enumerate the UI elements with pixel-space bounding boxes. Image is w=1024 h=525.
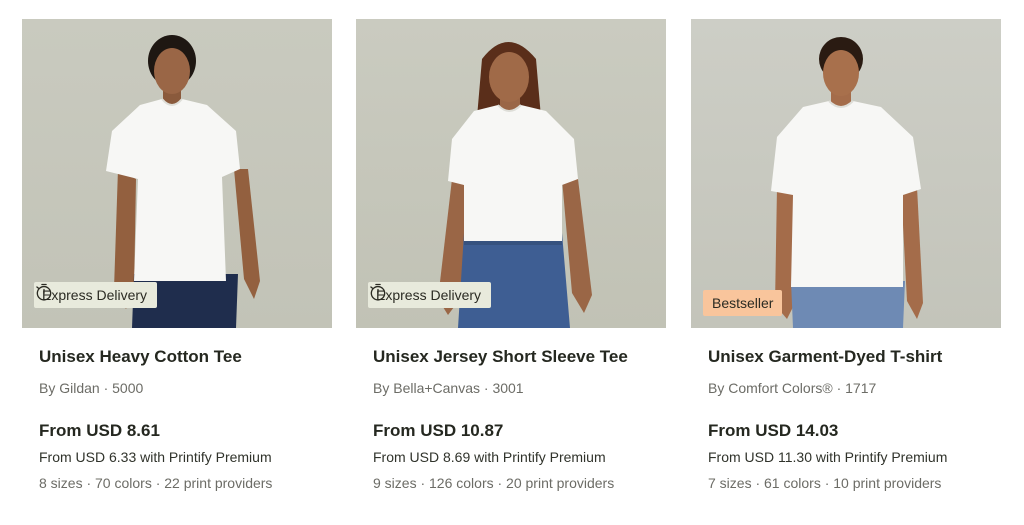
product-card[interactable]: Express Delivery Unisex Jersey Short Sle… [356, 19, 666, 509]
product-card[interactable]: Express Delivery Unisex Heavy Cotton Tee… [22, 19, 332, 509]
product-image[interactable]: Express Delivery [22, 19, 332, 328]
badge-label: Express Delivery [42, 287, 148, 303]
express-delivery-badge: Express Delivery [34, 282, 158, 308]
bestseller-badge: Bestseller [703, 290, 783, 316]
badge-label: Bestseller [712, 295, 774, 311]
stopwatch-icon [370, 283, 386, 301]
product-image[interactable]: Bestseller [691, 19, 1001, 328]
product-brand: By Bella+Canvas · 3001 [373, 380, 524, 396]
product-title[interactable]: Unisex Heavy Cotton Tee [39, 347, 242, 367]
product-title[interactable]: Unisex Garment-Dyed T-shirt [708, 347, 942, 367]
premium-price: From USD 8.69 with Printify Premium [373, 449, 606, 465]
stopwatch-icon [36, 283, 52, 301]
product-image[interactable]: Express Delivery [356, 19, 666, 328]
product-variants-info: 9 sizes · 126 colors · 20 print provider… [373, 475, 615, 491]
model-photo [771, 37, 923, 328]
product-variants-info: 7 sizes · 61 colors · 10 print providers [708, 475, 942, 491]
product-variants-info: 8 sizes · 70 colors · 22 print providers [39, 475, 273, 491]
product-grid: Express Delivery Unisex Heavy Cotton Tee… [22, 19, 1002, 519]
product-price: From USD 14.03 [708, 421, 839, 440]
badge-label: Express Delivery [376, 287, 482, 303]
express-delivery-badge: Express Delivery [368, 282, 492, 308]
product-card[interactable]: Bestseller Unisex Garment-Dyed T-shirt B… [691, 19, 1001, 509]
product-brand: By Gildan · 5000 [39, 380, 144, 396]
product-title[interactable]: Unisex Jersey Short Sleeve Tee [373, 347, 628, 367]
premium-price: From USD 11.30 with Printify Premium [708, 449, 948, 465]
product-price: From USD 8.61 [39, 421, 160, 440]
product-price: From USD 10.87 [373, 421, 504, 440]
product-brand: By Comfort Colors® · 1717 [708, 380, 877, 396]
premium-price: From USD 6.33 with Printify Premium [39, 449, 272, 465]
